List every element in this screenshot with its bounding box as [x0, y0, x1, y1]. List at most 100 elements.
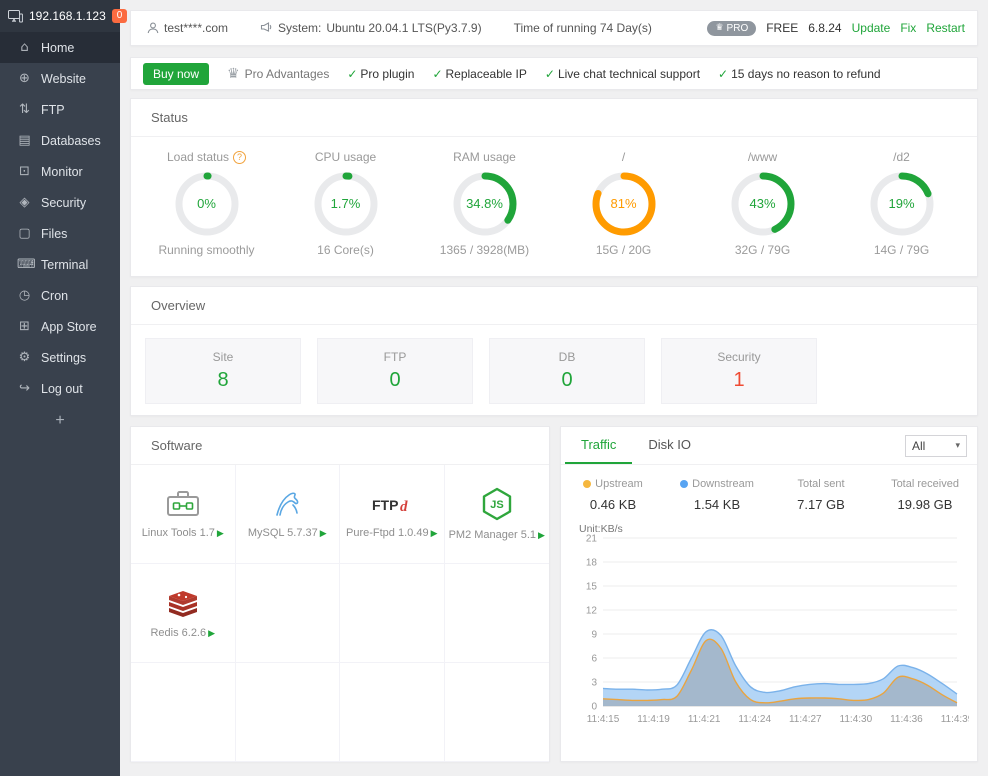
- mysql-icon: [269, 489, 305, 519]
- update-link[interactable]: Update: [852, 21, 891, 35]
- tab-traffic[interactable]: Traffic: [565, 427, 632, 464]
- system-value: Ubuntu 20.04.1 LTS(Py3.7.9): [326, 21, 481, 35]
- crown-icon: ♛: [715, 23, 723, 33]
- software-item-pure-ftpd[interactable]: FTP d Pure-Ftpd 1.0.49▶: [340, 465, 445, 564]
- svg-text:11:4:30: 11:4:30: [840, 714, 873, 725]
- stat-total-received: Total received 19.98 GB: [873, 478, 977, 512]
- promo-item-replaceable-ip: ✓Replaceable IP: [432, 67, 526, 81]
- server-ip-header[interactable]: 192.168.1.123 0: [0, 0, 120, 32]
- promo-item-live-chat: ✓Live chat technical support: [545, 67, 700, 81]
- redis-icon: [165, 587, 201, 619]
- security-count: 1: [662, 369, 816, 392]
- svg-text:JS: JS: [490, 499, 503, 511]
- uptime-text: Time of running 74 Day(s): [514, 21, 652, 35]
- sidebar-item-terminal[interactable]: ⌨Terminal: [0, 249, 120, 280]
- pro-badge[interactable]: ♛PRO: [707, 21, 756, 36]
- status-panel: Status Load status? 0% Running smoothly …: [130, 98, 978, 277]
- play-icon[interactable]: ▶: [217, 529, 224, 539]
- play-icon[interactable]: ▶: [208, 629, 215, 639]
- svg-text:11:4:36: 11:4:36: [890, 714, 923, 725]
- software-item-mysql[interactable]: MySQL 5.7.37▶: [236, 465, 341, 564]
- overview-card-security[interactable]: Security 1: [661, 338, 817, 404]
- db-count: 0: [490, 369, 644, 392]
- tab-disk-io[interactable]: Disk IO: [632, 427, 707, 464]
- software-empty-cell: [236, 564, 341, 663]
- svg-text:21: 21: [586, 534, 598, 545]
- crown-icon: ♛: [227, 66, 240, 82]
- play-icon[interactable]: ▶: [320, 529, 327, 539]
- software-item-redis[interactable]: Redis 6.2.6▶: [131, 564, 236, 663]
- play-icon[interactable]: ▶: [538, 531, 545, 541]
- check-icon: ✓: [545, 67, 555, 81]
- account-group[interactable]: test****.com: [147, 21, 228, 35]
- user-icon: [147, 22, 159, 34]
- gauge-ram-usage: RAM usage 34.8% 1365 / 3928(MB): [417, 147, 553, 257]
- fix-link[interactable]: Fix: [900, 21, 916, 35]
- play-icon[interactable]: ▶: [431, 529, 438, 539]
- promo-bar: Buy now ♛ Pro Advantages ✓Pro plugin ✓Re…: [130, 57, 978, 90]
- sidebar-item-monitor[interactable]: ⊡Monitor: [0, 156, 120, 187]
- gauge-disk-d2: /d2 19% 14G / 79G: [834, 147, 970, 257]
- pro-advantages-label: ♛ Pro Advantages: [227, 66, 329, 82]
- traffic-stats: Upstream 0.46 KB Downstream 1.54 KB Tota…: [561, 465, 977, 512]
- svg-text:3: 3: [591, 678, 597, 689]
- shield-icon: ◈: [17, 195, 32, 210]
- sidebar-item-security[interactable]: ◈Security: [0, 187, 120, 218]
- overview-panel-title: Overview: [131, 287, 977, 325]
- site-count: 8: [146, 369, 300, 392]
- svg-text:9: 9: [591, 630, 597, 641]
- overview-card-site[interactable]: Site 8: [145, 338, 301, 404]
- server-ip: 192.168.1.123: [29, 9, 106, 23]
- sidebar-item-databases[interactable]: ▤Databases: [0, 125, 120, 156]
- pm2-icon: JS: [481, 487, 513, 521]
- overview-card-db[interactable]: DB 0: [489, 338, 645, 404]
- help-icon[interactable]: ?: [233, 151, 246, 164]
- software-panel: Software Linux Tools 1.7▶ MySQL 5.7.37▶ …: [130, 426, 550, 762]
- overview-card-ftp[interactable]: FTP 0: [317, 338, 473, 404]
- system-info-group: System: Ubuntu 20.04.1 LTS(Py3.7.9): [260, 21, 482, 35]
- sidebar-item-cron[interactable]: ◷Cron: [0, 280, 120, 311]
- stat-total-sent: Total sent 7.17 GB: [769, 478, 873, 512]
- transfer-icon: ⇅: [17, 102, 32, 117]
- sidebar-item-website[interactable]: ⊕Website: [0, 63, 120, 94]
- sidebar-item-home[interactable]: ⌂Home: [0, 32, 120, 63]
- sidebar-item-ftp[interactable]: ⇅FTP: [0, 94, 120, 125]
- traffic-tabs: Traffic Disk IO All ▾: [561, 427, 977, 465]
- downstream-dot: [680, 480, 688, 488]
- overview-panel: Overview Site 8 FTP 0 DB 0 Security 1: [130, 286, 978, 416]
- globe-icon: ⊕: [17, 71, 32, 86]
- monitor-chart-icon: ⊡: [17, 164, 32, 179]
- sidebar-item-logout[interactable]: ↪Log out: [0, 373, 120, 404]
- sidebar-item-app-store[interactable]: ⊞App Store: [0, 311, 120, 342]
- restart-link[interactable]: Restart: [926, 21, 965, 35]
- message-count-badge[interactable]: 0: [112, 9, 128, 23]
- home-icon: ⌂: [17, 40, 32, 55]
- svg-text:11:4:39: 11:4:39: [941, 714, 969, 725]
- gauge-disk-root: / 81% 15G / 20G: [556, 147, 692, 257]
- time-range-select[interactable]: All ▾: [905, 435, 967, 457]
- software-item-pm2[interactable]: JS PM2 Manager 5.1▶: [445, 465, 550, 564]
- svg-text:18: 18: [586, 558, 598, 569]
- system-label: System:: [278, 21, 321, 35]
- promo-item-refund: ✓15 days no reason to refund: [718, 67, 881, 81]
- gauge-row: Load status? 0% Running smoothly CPU usa…: [131, 137, 977, 257]
- sidebar-item-settings[interactable]: ⚙Settings: [0, 342, 120, 373]
- buy-now-button[interactable]: Buy now: [143, 63, 209, 85]
- software-item-linux-tools[interactable]: Linux Tools 1.7▶: [131, 465, 236, 564]
- gauge-subtext: 15G / 20G: [556, 243, 692, 257]
- sidebar-add-button[interactable]: +: [0, 404, 120, 438]
- svg-text:d: d: [400, 499, 408, 515]
- account-name: test****.com: [164, 21, 228, 35]
- monitor-icon: [8, 10, 23, 23]
- status-panel-title: Status: [131, 99, 977, 137]
- sidebar-item-files[interactable]: ▢Files: [0, 218, 120, 249]
- gauge-percent: 1.7%: [311, 196, 381, 211]
- database-icon: ▤: [17, 133, 32, 148]
- logout-icon: ↪: [17, 381, 32, 396]
- linux-tools-icon: [165, 489, 201, 519]
- gauge-cpu-usage: CPU usage 1.7% 16 Core(s): [278, 147, 414, 257]
- svg-text:6: 6: [591, 654, 597, 665]
- gauge-subtext: Running smoothly: [139, 243, 275, 257]
- sidebar-nav: ⌂Home ⊕Website ⇅FTP ▤Databases ⊡Monitor …: [0, 32, 120, 404]
- svg-text:11:4:15: 11:4:15: [587, 714, 620, 725]
